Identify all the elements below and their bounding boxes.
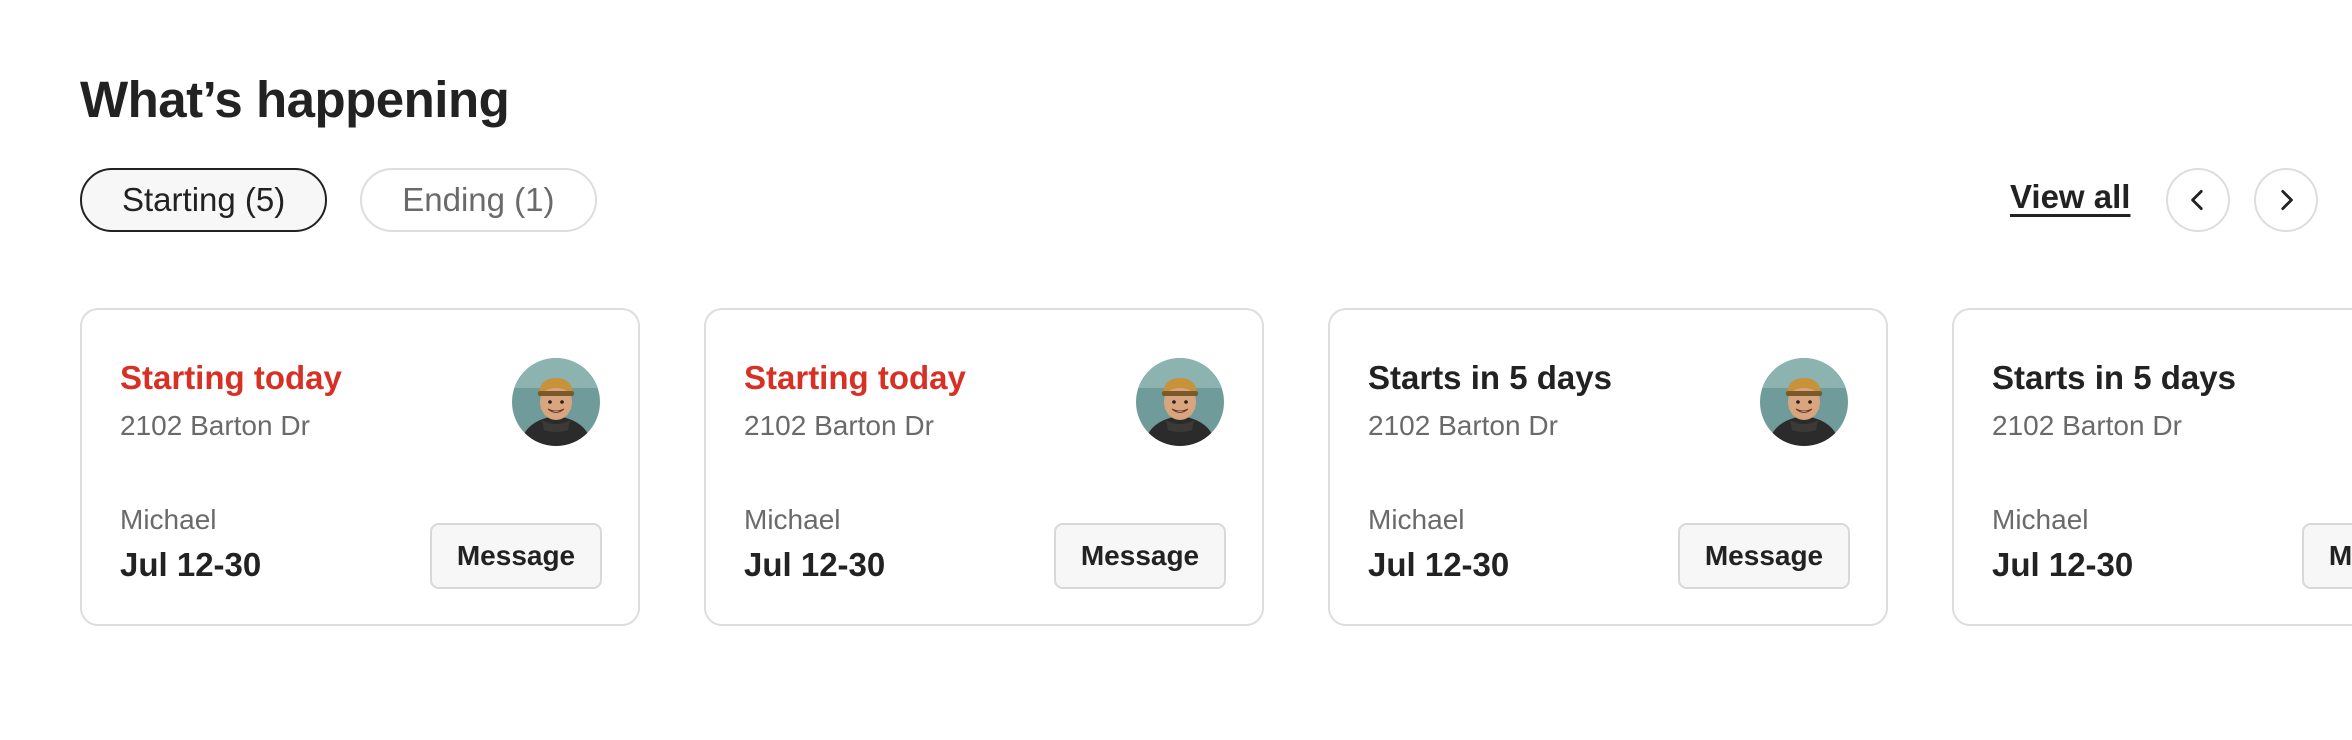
reservation-dates: Jul 12-30: [1992, 546, 2134, 583]
view-all-link[interactable]: View all: [2010, 178, 2130, 216]
card-status: Starting today: [744, 359, 966, 396]
guest-avatar-icon: [512, 358, 600, 446]
guest-name: Michael: [120, 504, 217, 535]
whats-happening-section: What’s happening Starting (5) Ending (1)…: [0, 0, 2352, 740]
filter-chip-ending[interactable]: Ending (1): [360, 168, 597, 232]
next-button[interactable]: [2254, 168, 2318, 232]
card-status: Starting today: [120, 359, 342, 396]
message-button[interactable]: Message: [1054, 523, 1226, 589]
reservation-dates: Jul 12-30: [1368, 546, 1510, 583]
guest-name: Michael: [1992, 504, 2089, 535]
card-address: 2102 Barton Dr: [744, 410, 934, 441]
card-address: 2102 Barton Dr: [1368, 410, 1558, 441]
previous-button[interactable]: [2166, 168, 2230, 232]
message-button[interactable]: Message: [2302, 523, 2352, 589]
guest-name: Michael: [1368, 504, 1465, 535]
guest-avatar[interactable]: [1136, 358, 1224, 446]
chevron-left-icon: [2191, 189, 2203, 211]
filter-chips: Starting (5) Ending (1): [80, 168, 597, 232]
reservation-card[interactable]: Starting today 2102 Barton Dr Michael Ju…: [80, 308, 640, 626]
guest-avatar[interactable]: [512, 358, 600, 446]
reservation-carousel: Starting today 2102 Barton Dr Michael Ju…: [80, 308, 2352, 628]
reservation-card[interactable]: Starts in 5 days 2102 Barton Dr Michael …: [1328, 308, 1888, 626]
section-title: What’s happening: [80, 71, 510, 128]
guest-avatar-icon: [1136, 358, 1224, 446]
card-address: 2102 Barton Dr: [1992, 410, 2182, 441]
message-button[interactable]: Message: [1678, 523, 1850, 589]
reservation-card[interactable]: Starts in 5 days 2102 Barton Dr Michael …: [1952, 308, 2352, 626]
reservation-dates: Jul 12-30: [744, 546, 886, 583]
card-status: Starts in 5 days: [1992, 359, 2236, 396]
message-button[interactable]: Message: [430, 523, 602, 589]
guest-avatar-icon: [1760, 358, 1848, 446]
card-status: Starts in 5 days: [1368, 359, 1612, 396]
card-address: 2102 Barton Dr: [120, 410, 310, 441]
guest-avatar[interactable]: [1760, 358, 1848, 446]
reservation-dates: Jul 12-30: [120, 546, 262, 583]
guest-name: Michael: [744, 504, 841, 535]
chevron-right-icon: [2281, 189, 2293, 211]
reservation-card[interactable]: Starting today 2102 Barton Dr Michael Ju…: [704, 308, 1264, 626]
filter-chip-starting[interactable]: Starting (5): [80, 168, 328, 232]
